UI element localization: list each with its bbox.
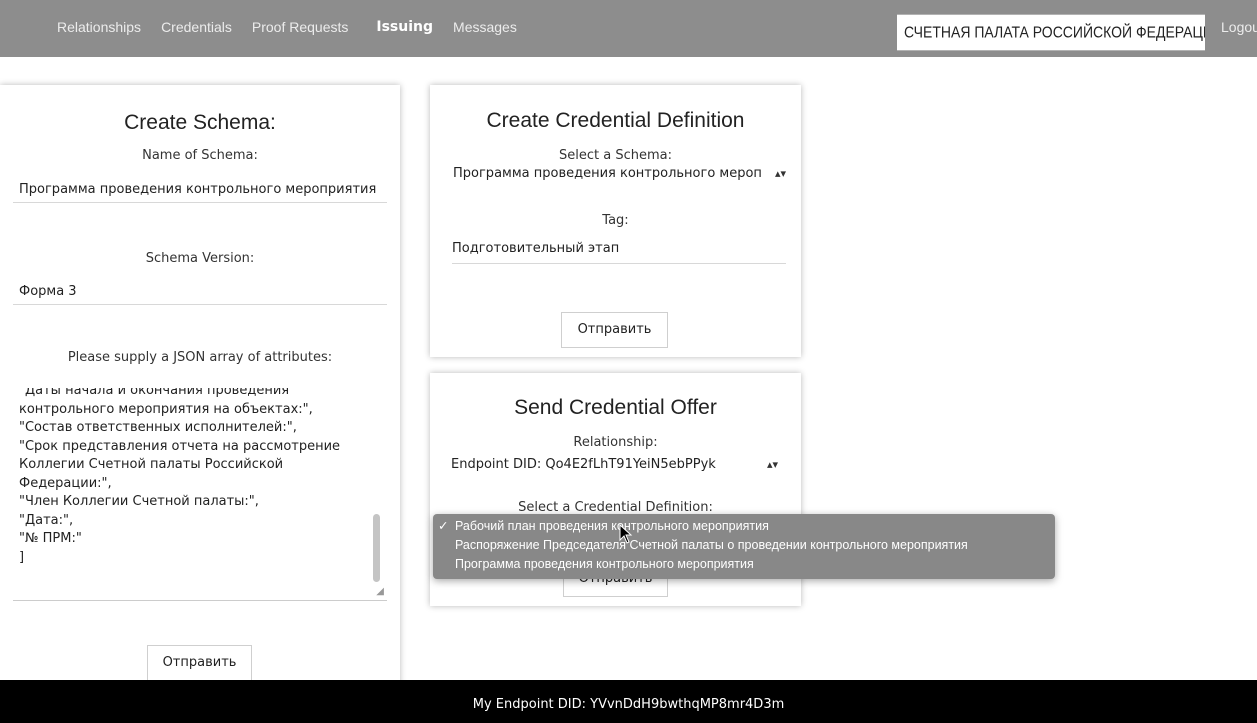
logout-link[interactable]: Logout xyxy=(1221,19,1257,35)
create-schema-card: Create Schema: Name of Schema: Программа… xyxy=(0,85,400,723)
footer-bar: My Endpoint DID: YVvnDdH9bwthqMP8mr4D3m xyxy=(0,680,1257,723)
credential-definition-title: Create Credential Definition xyxy=(486,109,745,132)
create-credential-definition-card: Create Credential Definition Select a Sc… xyxy=(430,85,801,357)
organization-name: СЧЕТНАЯ ПАЛАТА РОССИЙСКОЙ ФЕДЕРАЦИИ xyxy=(897,14,1205,51)
json-attributes-text: "Даты начала и окончания проведения конт… xyxy=(19,388,341,565)
create-schema-submit-button[interactable]: Отправить xyxy=(147,645,252,681)
relationship-label: Relationship: xyxy=(573,435,658,450)
select-arrows-icon: ▴▾ xyxy=(766,458,778,471)
nav-link-issuing[interactable]: Issuing xyxy=(376,19,433,35)
tag-input[interactable]: Подготовительный этап xyxy=(452,239,786,264)
dropdown-option-label: Распоряжение Председателя Счетной палаты… xyxy=(455,538,968,552)
relationship-select-value: Endpoint DID: Qo4E2fLhT91YeiN5ebPPyk xyxy=(451,457,716,472)
dropdown-option[interactable]: Программа проведения контрольного меропр… xyxy=(433,555,1055,574)
nav-links: Relationships Credentials Proof Requests… xyxy=(57,19,537,35)
schema-name-label: Name of Schema: xyxy=(142,148,258,163)
schema-select-value: Программа проведения контрольного мероп xyxy=(453,166,762,181)
schema-version-input[interactable]: Форма 3 xyxy=(13,280,387,305)
dropdown-option-selected[interactable]: ✓ Рабочий план проведения контрольного м… xyxy=(433,517,1055,536)
nav-link-relationships[interactable]: Relationships xyxy=(57,19,141,35)
textarea-scrollbar[interactable] xyxy=(373,514,380,582)
credential-definition-dropdown[interactable]: ✓ Рабочий план проведения контрольного м… xyxy=(433,514,1055,579)
dropdown-option-label: Программа проведения контрольного меропр… xyxy=(455,557,754,571)
mouse-pointer-icon xyxy=(619,524,633,544)
checkmark-icon: ✓ xyxy=(438,519,449,533)
schema-name-input[interactable]: Программа проведения контрольного меропр… xyxy=(13,178,387,203)
tag-label: Tag: xyxy=(602,213,629,228)
nav-link-proof-requests[interactable]: Proof Requests xyxy=(252,19,349,35)
credential-definition-submit-button[interactable]: Отправить xyxy=(561,312,668,348)
credential-offer-title: Send Credential Offer xyxy=(514,396,717,419)
select-schema-label: Select a Schema: xyxy=(559,148,672,163)
dropdown-option[interactable]: Распоряжение Председателя Счетной палаты… xyxy=(433,536,1055,555)
schema-version-label: Schema Version: xyxy=(145,251,255,266)
json-attributes-textarea[interactable]: "Даты начала и окончания проведения конт… xyxy=(13,388,387,601)
endpoint-did-text: My Endpoint DID: YVvnDdH9bwthqMP8mr4D3m xyxy=(472,697,785,712)
dropdown-option-label: Рабочий план проведения контрольного мер… xyxy=(455,519,769,533)
json-attributes-label: Please supply a JSON array of attributes… xyxy=(67,350,333,365)
nav-link-credentials[interactable]: Credentials xyxy=(161,19,232,35)
schema-select[interactable]: Программа проведения контрольного мероп … xyxy=(453,164,789,184)
select-arrows-icon: ▴▾ xyxy=(774,167,786,180)
resize-grip-icon[interactable]: ◢ xyxy=(376,587,384,597)
nav-link-messages[interactable]: Messages xyxy=(453,19,517,35)
top-navbar: Relationships Credentials Proof Requests… xyxy=(0,0,1257,57)
create-schema-title: Create Schema: xyxy=(124,111,276,134)
credential-definition-select-label: Select a Credential Definition: xyxy=(518,500,713,515)
relationship-select[interactable]: Endpoint DID: Qo4E2fLhT91YeiN5ebPPyk ▴▾ xyxy=(451,455,789,475)
